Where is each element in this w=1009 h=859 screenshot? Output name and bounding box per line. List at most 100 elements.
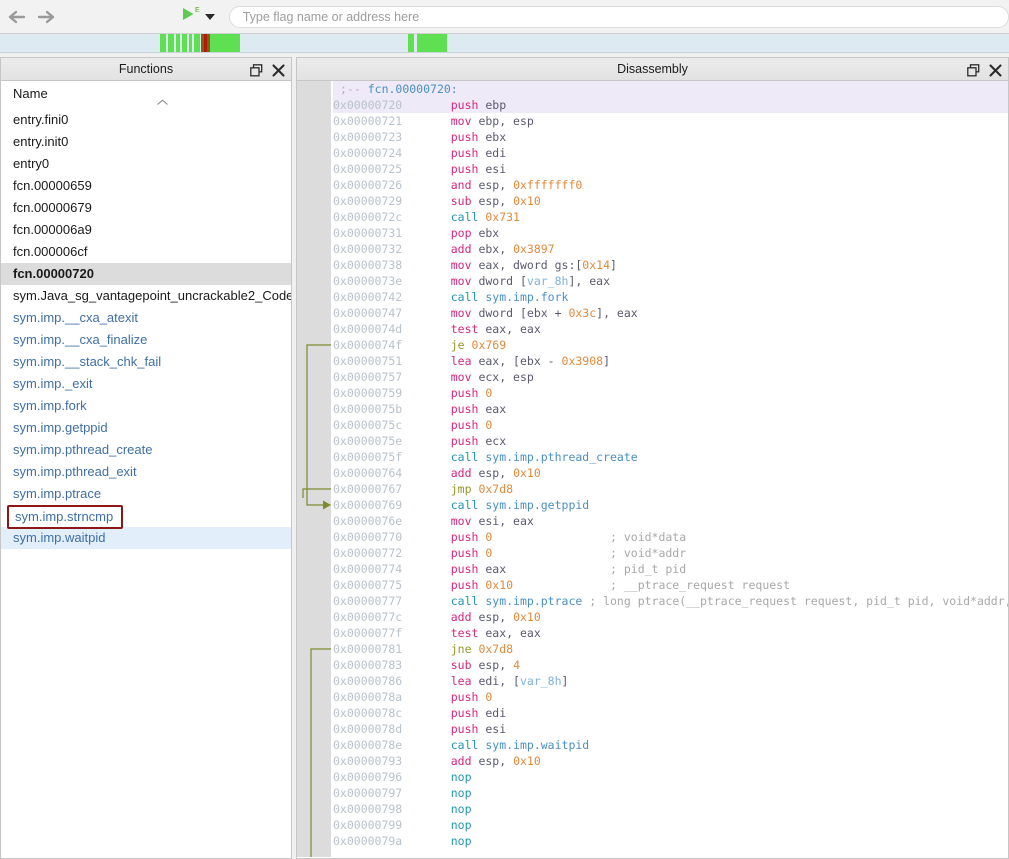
list-item[interactable]: sym.imp.__stack_chk_fail xyxy=(1,351,291,373)
instruction-operand[interactable]: sym.imp.pthread_create xyxy=(485,450,637,464)
instruction-operand[interactable]: sym.imp.getppid xyxy=(485,498,589,512)
run-button[interactable]: E xyxy=(177,6,200,28)
list-item[interactable]: fcn.000006cf xyxy=(1,241,291,263)
instruction-operand: eax xyxy=(485,402,507,416)
disassembly-line[interactable]: 0x00000796 nop xyxy=(333,769,1008,785)
function-label-line[interactable]: ;-- fcn.00000720: xyxy=(333,81,1008,97)
disassembly-scroll-area[interactable]: ;-- fcn.00000720: 0x00000720 push ebp 0x00… xyxy=(297,81,1008,857)
disassembly-line[interactable]: 0x00000742 call sym.imp.fork xyxy=(333,289,1008,305)
disassembly-line[interactable]: 0x00000770 push 0 ; void*data xyxy=(333,529,1008,545)
close-icon[interactable] xyxy=(988,63,1002,77)
restore-window-icon[interactable] xyxy=(249,63,263,77)
disassembly-line[interactable]: 0x00000767 jmp 0x7d8 xyxy=(333,481,1008,497)
instruction-operand: dword [ebx + xyxy=(478,306,569,320)
list-item[interactable]: sym.imp.ptrace xyxy=(1,483,291,505)
list-item[interactable]: fcn.00000659 xyxy=(1,175,291,197)
instruction-operand[interactable]: sym.imp.waitpid xyxy=(485,738,589,752)
disassembly-line[interactable]: 0x00000747 mov dword [ebx + 0x3c], eax xyxy=(333,305,1008,321)
functions-panel-buttons xyxy=(249,58,285,82)
disassembly-line[interactable]: 0x0000079a nop xyxy=(333,833,1008,849)
list-item[interactable]: sym.imp.waitpid xyxy=(1,527,291,549)
disassembly-line[interactable]: 0x0000073e mov dword [var_8h], eax xyxy=(333,273,1008,289)
disassembly-line[interactable]: 0x00000798 nop xyxy=(333,801,1008,817)
disassembly-line[interactable]: 0x00000772 push 0 ; void*addr xyxy=(333,545,1008,561)
disassembly-line[interactable]: 0x00000757 mov ecx, esp xyxy=(333,369,1008,385)
instruction-mnemonic: push xyxy=(450,722,479,736)
disassembly-code[interactable]: ;-- fcn.00000720: 0x00000720 push ebp 0x00… xyxy=(333,81,1008,849)
disassembly-line[interactable]: 0x00000799 nop xyxy=(333,817,1008,833)
disassembly-line[interactable]: 0x00000725 push esi xyxy=(333,161,1008,177)
disassembly-line[interactable]: 0x0000077c add esp, 0x10 xyxy=(333,609,1008,625)
function-item-annotated[interactable]: sym.imp.strncmp xyxy=(7,505,124,529)
disassembly-line[interactable]: 0x0000075b push eax xyxy=(333,401,1008,417)
instruction-address: 0x00000770 xyxy=(333,530,403,544)
list-item[interactable]: fcn.00000679 xyxy=(1,197,291,219)
disassembly-line[interactable]: 0x00000731 pop ebx xyxy=(333,225,1008,241)
disassembly-line[interactable]: 0x0000075f call sym.imp.pthread_create xyxy=(333,449,1008,465)
disassembly-line[interactable]: 0x00000777 call sym.imp.ptrace ; long pt… xyxy=(333,593,1008,609)
list-item[interactable]: sym.imp._exit xyxy=(1,373,291,395)
instruction-operand[interactable]: sym.imp.ptrace xyxy=(485,594,582,608)
disassembly-line[interactable]: 0x00000759 push 0 xyxy=(333,385,1008,401)
list-item[interactable]: entry.init0 xyxy=(1,131,291,153)
disassembly-line[interactable]: 0x00000751 lea eax, [ebx - 0x3908] xyxy=(333,353,1008,369)
chevron-down-icon[interactable] xyxy=(204,13,215,20)
list-item[interactable]: entry.fini0 xyxy=(1,109,291,131)
disassembly-line[interactable]: 0x0000074f je 0x769 xyxy=(333,337,1008,353)
disassembly-line[interactable]: 0x00000774 push eax ; pid_t pid xyxy=(333,561,1008,577)
disassembly-line[interactable]: 0x00000781 jne 0x7d8 xyxy=(333,641,1008,657)
list-item[interactable]: entry0 xyxy=(1,153,291,175)
list-item[interactable]: sym.imp.__cxa_atexit xyxy=(1,307,291,329)
functions-list[interactable]: entry.fini0 entry.init0 entry0 fcn.00000659… xyxy=(1,107,291,549)
list-item[interactable]: sym.imp.pthread_exit xyxy=(1,461,291,483)
disassembly-line[interactable]: 0x00000720 push ebp xyxy=(333,97,1008,113)
disassembly-line[interactable]: 0x00000786 lea edi, [var_8h] xyxy=(333,673,1008,689)
disassembly-line[interactable]: 0x00000775 push 0x10 ; __ptrace_request … xyxy=(333,577,1008,593)
close-icon[interactable] xyxy=(271,63,285,77)
list-item[interactable]: sym.imp.getppid xyxy=(1,417,291,439)
instruction-operand[interactable]: sym.imp.fork xyxy=(485,290,568,304)
disassembly-line[interactable]: 0x0000074d test eax, eax xyxy=(333,321,1008,337)
flag-colorbar[interactable] xyxy=(0,34,1009,53)
disassembly-line[interactable]: 0x00000793 add esp, 0x10 xyxy=(333,753,1008,769)
function-item-label: sym.imp.__cxa_atexit xyxy=(13,310,138,325)
disassembly-line[interactable]: 0x00000769 call sym.imp.getppid xyxy=(333,497,1008,513)
functions-column-header[interactable]: Name xyxy=(1,81,291,107)
disassembly-line[interactable]: 0x0000072c call 0x731 xyxy=(333,209,1008,225)
restore-window-icon[interactable] xyxy=(966,63,980,77)
instruction-operand: ebp xyxy=(485,98,507,112)
instruction-mnemonic: sub xyxy=(450,194,472,208)
list-item[interactable]: fcn.000006a9 xyxy=(1,219,291,241)
disassembly-line[interactable]: 0x00000729 sub esp, 0x10 xyxy=(333,193,1008,209)
instruction-mnemonic: push xyxy=(450,434,479,448)
instruction-address: 0x00000775 xyxy=(333,578,403,592)
list-item[interactable]: sym.imp.strncmp xyxy=(1,505,291,529)
disassembly-line[interactable]: 0x00000783 sub esp, 4 xyxy=(333,657,1008,673)
radare-cutter-window: E Functions Name xyxy=(0,0,1009,859)
disassembly-line[interactable]: 0x00000732 add ebx, 0x3897 xyxy=(333,241,1008,257)
list-item[interactable]: sym.imp.fork xyxy=(1,395,291,417)
disassembly-line[interactable]: 0x00000797 nop xyxy=(333,785,1008,801)
function-item-selected[interactable]: fcn.00000720 xyxy=(1,263,291,285)
disassembly-line[interactable]: 0x0000078a push 0 xyxy=(333,689,1008,705)
disassembly-line[interactable]: 0x0000077f test eax, eax xyxy=(333,625,1008,641)
disassembly-line[interactable]: 0x00000726 and esp, 0xfffffff0 xyxy=(333,177,1008,193)
disassembly-line[interactable]: 0x00000723 push ebx xyxy=(333,129,1008,145)
disassembly-line[interactable]: 0x00000738 mov eax, dword gs:[0x14] xyxy=(333,257,1008,273)
disassembly-line[interactable]: 0x0000076e mov esi, eax xyxy=(333,513,1008,529)
list-item[interactable]: sym.imp.pthread_create xyxy=(1,439,291,461)
disassembly-line[interactable]: 0x0000078d push esi xyxy=(333,721,1008,737)
disassembly-line[interactable]: 0x0000075e push ecx xyxy=(333,433,1008,449)
back-button[interactable] xyxy=(4,4,29,30)
disassembly-line[interactable]: 0x00000724 push edi xyxy=(333,145,1008,161)
forward-button[interactable] xyxy=(33,4,58,30)
instruction-operand: 0 xyxy=(485,530,493,544)
disassembly-line[interactable]: 0x0000078c push edi xyxy=(333,705,1008,721)
disassembly-line[interactable]: 0x00000721 mov ebp, esp xyxy=(333,113,1008,129)
disassembly-line[interactable]: 0x00000764 add esp, 0x10 xyxy=(333,465,1008,481)
list-item[interactable]: sym.imp.__cxa_finalize xyxy=(1,329,291,351)
list-item[interactable]: sym.Java_sg_vantagepoint_uncrackable2_Co… xyxy=(1,285,291,307)
search-input[interactable] xyxy=(228,5,1009,28)
disassembly-line[interactable]: 0x0000078e call sym.imp.waitpid xyxy=(333,737,1008,753)
disassembly-line[interactable]: 0x0000075c push 0 xyxy=(333,417,1008,433)
